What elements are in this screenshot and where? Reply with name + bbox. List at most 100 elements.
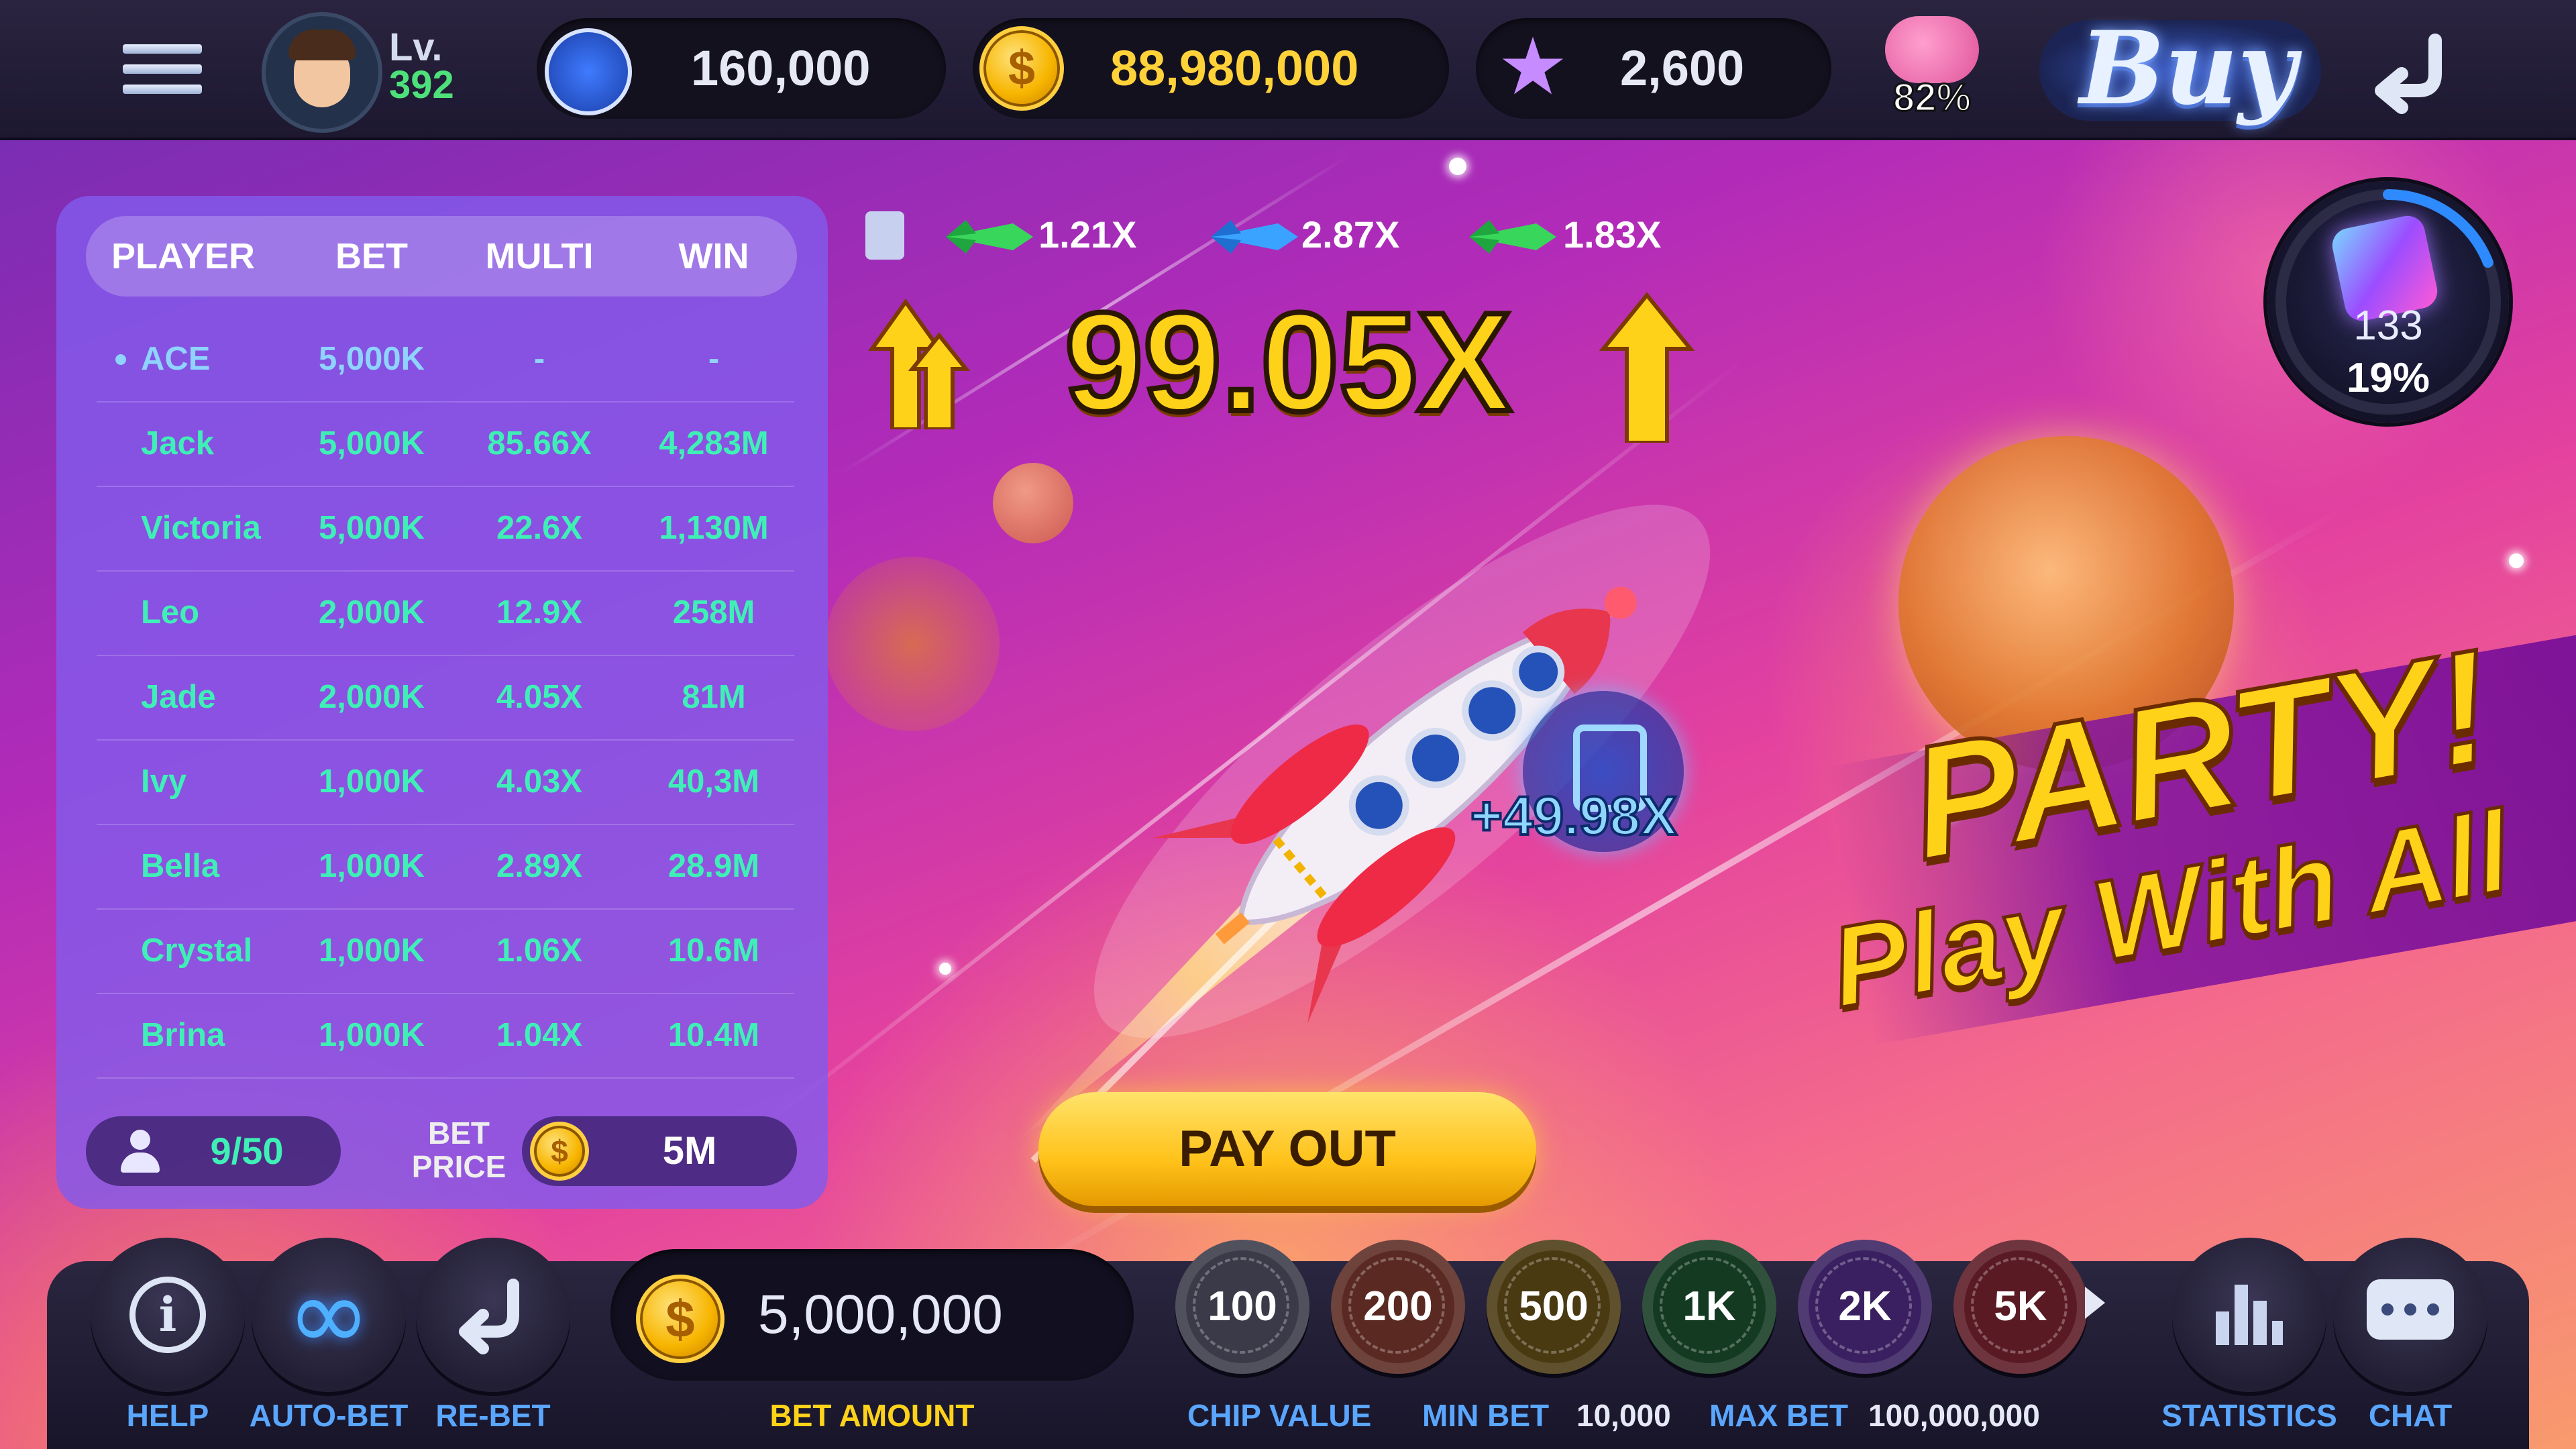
auto-bet-label: AUTO-BET — [249, 1398, 409, 1433]
leaderboard-row: Crystal 1,000K 1.06X 10.6M — [97, 908, 794, 994]
self-indicator-dot — [115, 354, 126, 365]
min-bet-label: MIN BET — [1422, 1398, 1550, 1433]
buy-button[interactable]: Buy — [2039, 7, 2321, 131]
leaderboard-row: Jack 5,000K 85.66X 4,283M — [97, 401, 794, 487]
help-button[interactable]: i — [91, 1238, 245, 1392]
chip-100[interactable]: 100 — [1175, 1240, 1309, 1374]
sparkle — [939, 963, 951, 975]
auto-bet-button[interactable]: ∞ — [252, 1238, 406, 1392]
player-name: Jack — [141, 425, 215, 462]
chip-500[interactable]: 500 — [1487, 1240, 1621, 1374]
coin-icon: $ — [530, 1122, 589, 1181]
player-bet: 5,000K — [318, 425, 425, 462]
player-bet: 1,000K — [318, 932, 425, 969]
rocket — [1020, 504, 1711, 1163]
up-arrow-icon — [868, 298, 971, 429]
leaderboard-row: Leo 2,000K 12.9X 258M — [97, 570, 794, 656]
player-multi: 12.9X — [496, 594, 583, 631]
chip-5k[interactable]: 5K — [1953, 1240, 2088, 1374]
player-bet: 1,000K — [318, 763, 425, 800]
coin-balance-pill: $ 88,980,000 — [973, 18, 1449, 119]
player-name: Crystal — [141, 932, 253, 969]
re-bet-button[interactable] — [416, 1238, 570, 1392]
buy-label: Buy — [2080, 9, 2296, 127]
player-name: Jade — [141, 679, 216, 715]
chip-200[interactable]: 200 — [1331, 1240, 1465, 1374]
history-multiplier: 2.87X — [1301, 213, 1400, 256]
players-count-pill: 9/50 — [86, 1116, 341, 1186]
piggy-bank-percent: 82% — [1892, 75, 1972, 121]
player-win: 4,283M — [659, 425, 769, 462]
piggy-bank-icon[interactable] — [1885, 16, 1979, 83]
player-multi: 2.89X — [496, 848, 583, 884]
player-win: 258M — [672, 594, 755, 631]
history-icon[interactable] — [865, 211, 904, 260]
player-multi: 1.06X — [496, 932, 583, 969]
player-win: 10.4M — [667, 1017, 760, 1053]
chip-2k[interactable]: 2K — [1798, 1240, 1932, 1374]
max-bet-value: 100,000,000 — [1868, 1398, 2040, 1433]
player-name: Brina — [141, 1017, 225, 1053]
bar-chart-icon — [2216, 1285, 2283, 1345]
chip-1k[interactable]: 1K — [1642, 1240, 1776, 1374]
coin-icon: $ — [979, 26, 1064, 111]
player-win: - — [708, 341, 720, 377]
history-rocket-icon-2 — [1211, 220, 1298, 254]
rocket-balance: 160,000 — [691, 40, 871, 96]
player-multi: - — [533, 341, 545, 377]
boost-multiplier: +49.98X — [1469, 784, 1678, 848]
bet-price-pill: $ 5M — [522, 1116, 797, 1186]
player-win: 10.6M — [667, 932, 760, 969]
column-bet: BET — [335, 236, 408, 276]
player-win: 28.9M — [667, 848, 760, 884]
jackpot-count: 133 — [2353, 303, 2423, 349]
chevron-right-icon[interactable] — [2085, 1287, 2105, 1319]
jackpot-widget[interactable]: 133 19% — [2267, 181, 2509, 423]
player-name: Victoria — [141, 510, 261, 546]
chip-value-label: CHIP VALUE — [1187, 1398, 1372, 1433]
help-label: HELP — [126, 1398, 209, 1433]
bet-price-label: BET PRICE — [411, 1116, 506, 1184]
player-bet: 2,000K — [318, 594, 425, 631]
player-bet: 1,000K — [318, 848, 425, 884]
max-bet-label: MAX BET — [1709, 1398, 1848, 1433]
rebet-arrow-icon — [459, 1279, 519, 1354]
player-win: 81M — [682, 679, 746, 715]
leaderboard-row: Jade 2,000K 4.05X 81M — [97, 655, 794, 741]
leaderboard-row: Bella 1,000K 2.89X 28.9M — [97, 824, 794, 910]
rocket-balance-pill: 160,000 — [537, 18, 946, 119]
leaderboard-row: Victoria 5,000K 22.6X 1,130M — [97, 486, 794, 572]
info-icon: i — [129, 1277, 206, 1353]
bet-price-value: 5M — [662, 1129, 717, 1173]
star-balance-pill: ★ 2,600 — [1476, 18, 1831, 119]
level-label: Lv. — [389, 25, 443, 69]
pay-out-button[interactable]: PAY OUT — [1038, 1092, 1536, 1206]
statistics-button[interactable] — [2172, 1238, 2326, 1392]
player-name: Ivy — [141, 763, 187, 800]
jackpot-percent: 19% — [2346, 355, 2430, 401]
player-multi: 4.03X — [496, 763, 583, 800]
column-win: WIN — [678, 236, 749, 276]
history-rocket-icon-3 — [1469, 220, 1556, 254]
avatar[interactable] — [262, 12, 382, 133]
chat-button[interactable] — [2333, 1238, 2487, 1392]
coin-icon: $ — [636, 1275, 724, 1363]
star-balance: 2,600 — [1620, 40, 1745, 96]
leaderboard: PLAYER BET MULTI WIN ACE 5,000K - - Jack 5,00… — [56, 196, 828, 1209]
bet-amount-field[interactable]: $ 5,000,000 — [610, 1249, 1134, 1381]
infinity-icon: ∞ — [286, 1256, 371, 1373]
chat-bubble-icon — [2367, 1279, 2454, 1340]
statistics-label: STATISTICS — [2161, 1398, 2337, 1433]
re-bet-label: RE-BET — [435, 1398, 551, 1433]
leaderboard-row: ACE 5,000K - - — [97, 317, 794, 402]
history-multiplier: 1.83X — [1563, 213, 1662, 256]
player-win: 1,130M — [659, 510, 769, 546]
leaderboard-row: Ivy 1,000K 4.03X 40,3M — [97, 739, 794, 825]
menu-icon[interactable] — [123, 44, 202, 105]
history-multiplier: 1.21X — [1038, 213, 1137, 256]
player-name: Bella — [141, 848, 220, 884]
column-player: PLAYER — [111, 236, 256, 276]
back-arrow-icon[interactable] — [2368, 27, 2455, 114]
player-multi: 85.66X — [487, 425, 592, 462]
players-count: 9/50 — [210, 1130, 284, 1172]
